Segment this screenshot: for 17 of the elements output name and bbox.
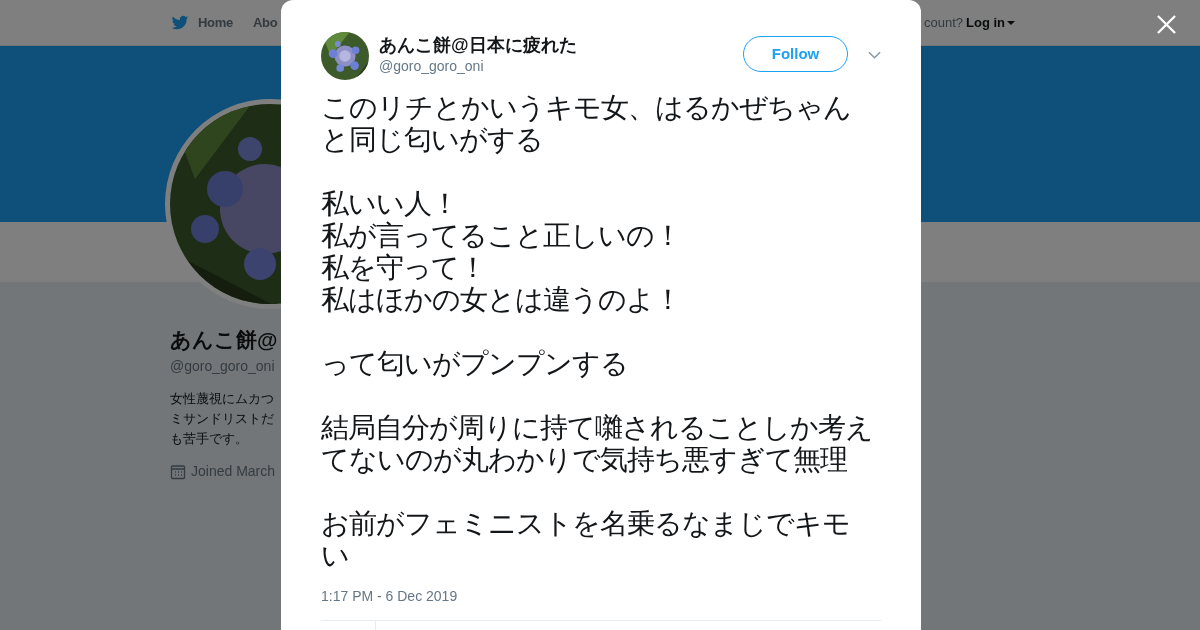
author-avatar[interactable] xyxy=(321,32,369,80)
tweet-text: このリチとかいうキモ女、はるかぜちゃん と同じ匂いがする 私いい人！ 私が言ってること正しいの！ 私を守って！ 私はほかの女とは違うのよ！ って匂いがプンプンする 結局自分が周りに持て囃されることしか考え てないのが丸わかりで気持ち悪すぎて無理 お前がフェミニストを名乗るなまじでキモ い xyxy=(321,92,874,572)
close-icon[interactable] xyxy=(1157,15,1176,34)
nav-link[interactable]: Abo xyxy=(252,12,278,33)
profile-name: あんこ餅@ xyxy=(170,327,278,354)
author-name[interactable]: あんこ餅@日本に疲れた xyxy=(379,33,577,57)
profile-bio: 女性蔑視にムカつ ミサンドリストだ も苦手です。 xyxy=(170,390,274,448)
bird-icon[interactable] xyxy=(170,13,190,32)
chevron-down-icon[interactable] xyxy=(868,51,881,59)
profile-handle: @goro_goro_oni xyxy=(170,357,275,376)
calendar-icon xyxy=(170,463,186,480)
nav-link[interactable]: Home xyxy=(198,12,233,33)
tweet-timestamp: 1:17 PM - 6 Dec 2019 xyxy=(321,587,458,606)
joined-date: Joined March xyxy=(191,462,276,481)
author-handle[interactable]: @goro_goro_oni xyxy=(379,57,577,75)
login-link[interactable]: Log in xyxy=(966,12,1015,33)
account-prompt: count? xyxy=(923,13,963,32)
